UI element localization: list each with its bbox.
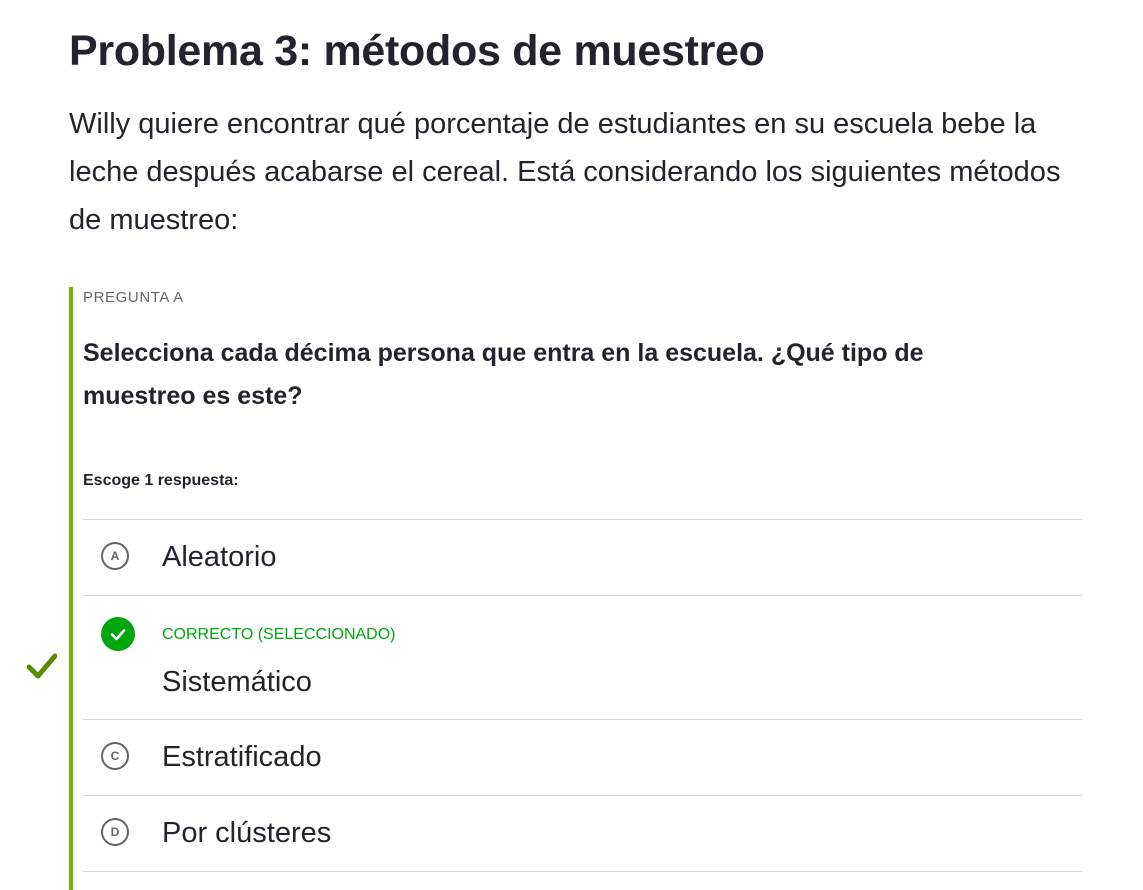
answer-choices: A Aleatorio CORRECTO (SELECCIONADO) Sist…	[83, 519, 1082, 872]
choice-b-text: Sistemático	[162, 666, 312, 698]
question-text: Selecciona cada décima persona que entra…	[83, 339, 924, 410]
choice-a[interactable]: A Aleatorio	[83, 520, 1082, 596]
check-circle-icon[interactable]	[101, 617, 135, 651]
problem-intro: Willy quiere encontrar qué porcentaje de…	[69, 108, 1061, 236]
choice-d-text: Por clústeres	[162, 817, 332, 849]
page-title: Problema 3: métodos de muestreo	[69, 27, 765, 75]
question-a: PREGUNTA A Selecciona cada décima person…	[69, 287, 1082, 890]
correct-status-label: CORRECTO (SELECCIONADO)	[162, 626, 396, 643]
choice-d-bubble[interactable]: D	[101, 818, 129, 846]
choice-c-bubble[interactable]: C	[101, 742, 129, 770]
choice-b[interactable]: CORRECTO (SELECCIONADO) Sistemático	[83, 596, 1082, 720]
choice-c-text: Estratificado	[162, 741, 322, 773]
choice-a-text: Aleatorio	[162, 541, 277, 573]
answer-instructions: Escoge 1 respuesta:	[83, 472, 239, 489]
choice-d[interactable]: D Por clústeres	[83, 796, 1082, 872]
choice-a-bubble[interactable]: A	[101, 542, 129, 570]
choice-c[interactable]: C Estratificado	[83, 720, 1082, 796]
checkmark-icon	[27, 653, 57, 679]
question-label: PREGUNTA A	[83, 289, 184, 306]
